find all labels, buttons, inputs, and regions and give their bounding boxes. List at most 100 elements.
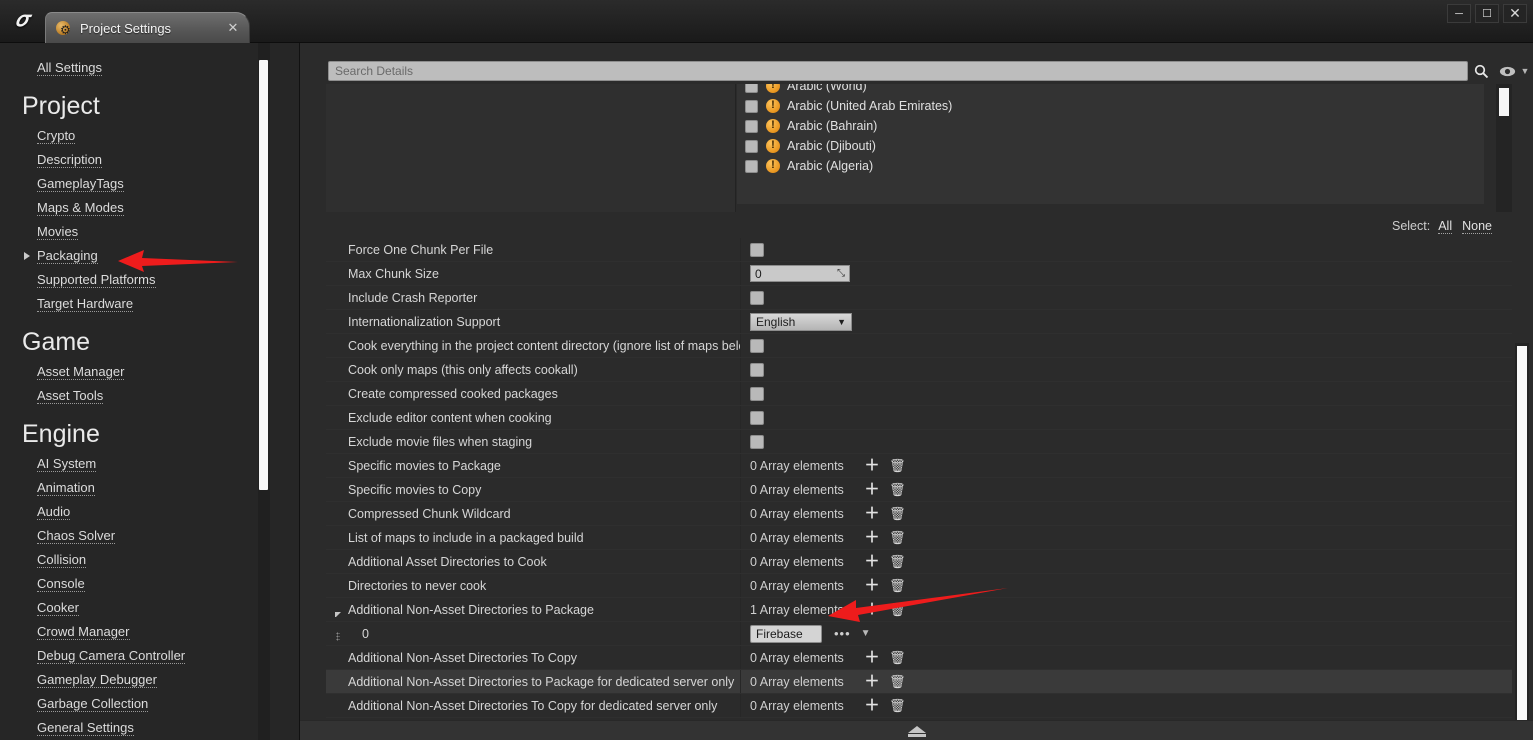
maximize-button[interactable]: ☐ bbox=[1475, 4, 1499, 23]
sidebar-item-crypto[interactable]: Crypto bbox=[0, 124, 258, 148]
plus-icon[interactable]: ＋ bbox=[864, 674, 880, 689]
minimize-button[interactable]: ─ bbox=[1447, 4, 1471, 23]
locale-checkbox[interactable] bbox=[745, 139, 758, 153]
plus-icon[interactable]: ＋ bbox=[864, 482, 880, 497]
property-label: Include Crash Reporter bbox=[326, 291, 740, 305]
sidebar-item-general-settings[interactable]: General Settings bbox=[0, 716, 258, 740]
trash-icon[interactable]: 🗑 bbox=[889, 506, 906, 522]
locale-row[interactable]: ! Arabic (Algeria) bbox=[737, 156, 1484, 176]
locale-row[interactable]: ! Arabic (United Arab Emirates) bbox=[737, 96, 1484, 116]
sidebar-item-console[interactable]: Console bbox=[0, 572, 258, 596]
locale-checkbox[interactable] bbox=[745, 159, 758, 173]
panel-collapse-handle[interactable] bbox=[300, 720, 1533, 740]
sidebar-scrollbar-thumb[interactable] bbox=[259, 60, 268, 490]
sidebar-item-all-settings[interactable]: All Settings bbox=[0, 56, 258, 80]
locale-checkbox[interactable] bbox=[745, 99, 758, 113]
checkbox[interactable] bbox=[750, 386, 764, 401]
sidebar-item-audio[interactable]: Audio bbox=[0, 500, 258, 524]
checkbox[interactable] bbox=[750, 242, 764, 257]
sidebar-item-movies[interactable]: Movies bbox=[0, 220, 258, 244]
warning-icon: ! bbox=[766, 119, 780, 133]
search-input[interactable]: Search Details bbox=[328, 61, 1468, 81]
sidebar-item-target-hardware[interactable]: Target Hardware bbox=[0, 292, 258, 316]
property-label: 0 bbox=[326, 627, 740, 641]
locale-scrollbar-thumb[interactable] bbox=[1499, 88, 1509, 116]
collapse-triangle-icon bbox=[908, 726, 926, 733]
plus-icon[interactable]: ＋ bbox=[864, 602, 880, 617]
locale-row[interactable]: ! Arabic (Bahrain) bbox=[737, 116, 1484, 136]
window-close-button[interactable]: ✕ bbox=[1503, 4, 1527, 23]
plus-icon[interactable]: ＋ bbox=[864, 458, 880, 473]
browse-ellipsis-button[interactable]: ••• bbox=[834, 626, 851, 641]
locale-checkbox[interactable] bbox=[745, 119, 758, 133]
trash-icon[interactable]: 🗑 bbox=[889, 458, 906, 474]
checkbox[interactable] bbox=[750, 338, 764, 353]
trash-icon[interactable]: 🗑 bbox=[889, 602, 906, 618]
sidebar-item-animation[interactable]: Animation bbox=[0, 476, 258, 500]
sidebar-item-asset-tools[interactable]: Asset Tools bbox=[0, 384, 258, 408]
trash-icon[interactable]: 🗑 bbox=[889, 674, 906, 690]
property-label: Specific movies to Package bbox=[326, 459, 740, 473]
settings-sidebar[interactable]: All Settings Project Crypto Description Gam… bbox=[0, 43, 258, 740]
sidebar-item-maps-modes[interactable]: Maps & Modes bbox=[0, 196, 258, 220]
sidebar-item-debug-camera-controller[interactable]: Debug Camera Controller bbox=[0, 644, 258, 668]
property-label-text: Force One Chunk Per File bbox=[348, 242, 494, 257]
locale-row[interactable]: ! Arabic (World) bbox=[737, 84, 1484, 96]
plus-icon[interactable]: ＋ bbox=[864, 698, 880, 713]
plus-icon[interactable]: ＋ bbox=[864, 650, 880, 665]
chevron-right-icon[interactable] bbox=[24, 252, 30, 260]
sidebar-item-crowd-manager[interactable]: Crowd Manager bbox=[0, 620, 258, 644]
plus-icon[interactable]: ＋ bbox=[864, 506, 880, 521]
plus-icon[interactable]: ＋ bbox=[864, 530, 880, 545]
trash-icon[interactable]: 🗑 bbox=[889, 698, 906, 714]
chevron-down-icon[interactable]: ▼ bbox=[861, 628, 871, 639]
sidebar-item-gameplay-debugger[interactable]: Gameplay Debugger bbox=[0, 668, 258, 692]
sidebar-item-cooker[interactable]: Cooker bbox=[0, 596, 258, 620]
sidebar-item-collision[interactable]: Collision bbox=[0, 548, 258, 572]
sidebar-item-label: Debug Camera Controller bbox=[37, 648, 186, 664]
select-all-link[interactable]: All bbox=[1438, 219, 1453, 234]
sidebar-item-label: Chaos Solver bbox=[37, 528, 116, 544]
checkbox[interactable] bbox=[750, 410, 764, 425]
locale-checkbox[interactable] bbox=[745, 84, 758, 93]
sidebar-item-description[interactable]: Description bbox=[0, 148, 258, 172]
property-value: Firebase ••• ▼ bbox=[740, 624, 1512, 643]
property-label: Create compressed cooked packages bbox=[326, 387, 740, 401]
dropdown-select[interactable]: English ▼ bbox=[750, 312, 852, 331]
sidebar-item-gameplaytags[interactable]: GameplayTags bbox=[0, 172, 258, 196]
sidebar-heading-game: Game bbox=[22, 328, 91, 356]
trash-icon[interactable]: 🗑 bbox=[889, 530, 906, 546]
resize-grip-icon[interactable]: ⤡ bbox=[837, 268, 845, 279]
sidebar-item-ai-system[interactable]: AI System bbox=[0, 452, 258, 476]
sidebar-heading-project: Project bbox=[22, 92, 100, 120]
path-text-input[interactable]: Firebase bbox=[750, 624, 822, 643]
details-scrollbar-thumb[interactable] bbox=[1517, 346, 1527, 740]
close-icon[interactable]: ✕ bbox=[225, 20, 241, 36]
sidebar-item-supported-platforms[interactable]: Supported Platforms bbox=[0, 268, 258, 292]
select-label: Select: bbox=[1391, 219, 1431, 233]
trash-icon[interactable]: 🗑 bbox=[889, 554, 906, 570]
eye-icon[interactable] bbox=[1496, 61, 1518, 81]
window-controls: ─ ☐ ✕ bbox=[1447, 4, 1527, 23]
locale-row[interactable]: ! Arabic (Djibouti) bbox=[737, 136, 1484, 156]
checkbox[interactable] bbox=[750, 434, 764, 449]
checkbox[interactable] bbox=[750, 290, 764, 305]
plus-icon[interactable]: ＋ bbox=[864, 578, 880, 593]
sidebar-item-chaos-solver[interactable]: Chaos Solver bbox=[0, 524, 258, 548]
select-none-link[interactable]: None bbox=[1462, 219, 1492, 234]
locale-list[interactable]: ! Arabic (World)! Arabic (United Arab Emir… bbox=[737, 84, 1484, 204]
tab-project-settings[interactable]: ⚙ Project Settings ✕ bbox=[45, 12, 250, 43]
checkbox[interactable] bbox=[750, 362, 764, 377]
drag-handle-icon[interactable] bbox=[336, 631, 340, 641]
trash-icon[interactable]: 🗑 bbox=[889, 650, 906, 666]
sidebar-item-asset-manager[interactable]: Asset Manager bbox=[0, 360, 258, 384]
chevron-down-icon[interactable]: ▼ bbox=[1518, 61, 1532, 81]
search-icon[interactable] bbox=[1470, 61, 1492, 81]
sidebar-item-packaging[interactable]: Packaging bbox=[0, 244, 258, 268]
plus-icon[interactable]: ＋ bbox=[864, 554, 880, 569]
sidebar-item-garbage-collection[interactable]: Garbage Collection bbox=[0, 692, 258, 716]
expand-triangle-icon[interactable] bbox=[335, 611, 341, 617]
trash-icon[interactable]: 🗑 bbox=[889, 482, 906, 498]
number-input[interactable]: 0 ⤡ bbox=[750, 265, 850, 282]
trash-icon[interactable]: 🗑 bbox=[889, 578, 906, 594]
